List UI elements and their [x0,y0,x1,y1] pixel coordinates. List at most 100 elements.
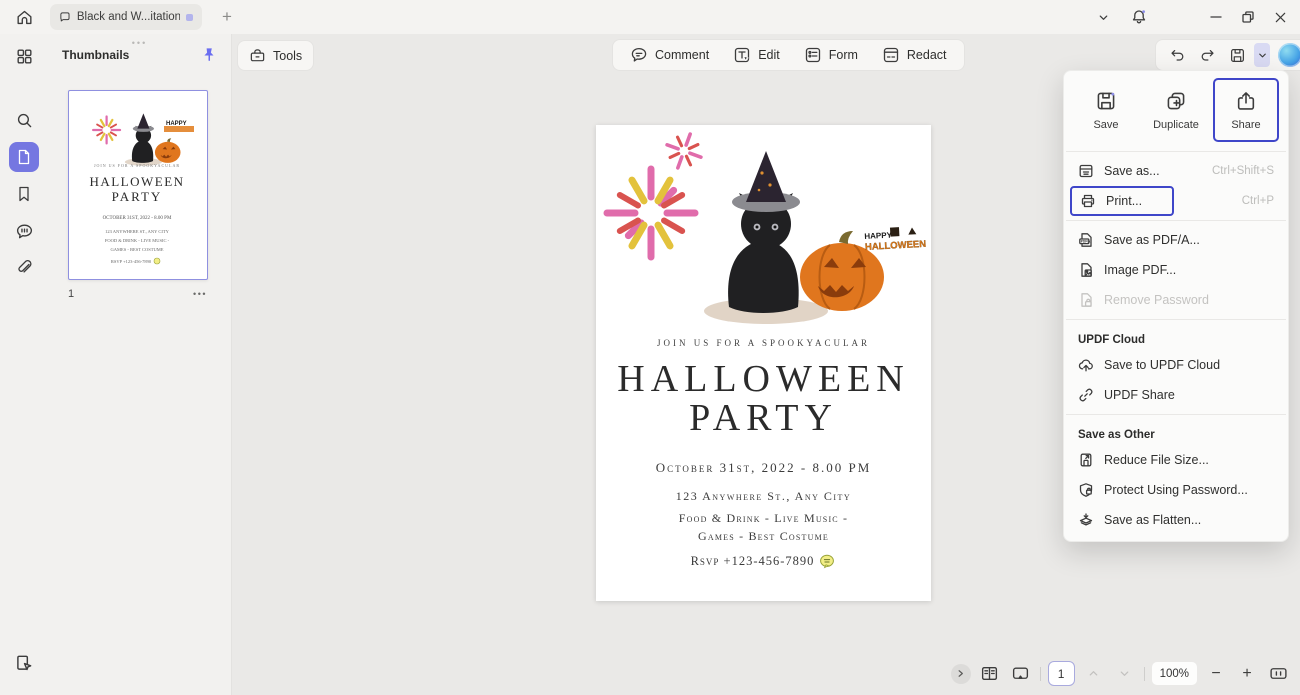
page-number-input[interactable]: 1 [1048,661,1075,686]
save-options-dropdown-button[interactable] [1254,43,1270,67]
menu-updf-share[interactable]: UPDF Share [1064,380,1288,410]
toolbox-icon [249,47,266,64]
save-icon [1095,90,1117,112]
sidebar-item-bookmarks[interactable] [9,179,39,209]
window-restore-button[interactable] [1232,2,1264,32]
sidebar-item-search[interactable] [9,105,39,135]
window-close-button[interactable] [1264,2,1296,32]
svg-text:HALLOWEEN: HALLOWEEN [89,174,184,189]
slideshow-icon [1011,664,1030,683]
redo-button[interactable] [1194,42,1220,68]
redact-icon [882,46,900,64]
pin-panel-button[interactable] [200,46,217,63]
statusbar-divider [1144,667,1145,681]
invitation-activities-line2: Games - Best Costume [596,529,931,544]
home-icon [18,11,31,23]
menu-save-as-flatten-label: Save as Flatten... [1104,513,1201,527]
menu-duplicate-label: Duplicate [1153,119,1199,131]
form-mode-button[interactable]: Form [792,42,870,68]
tools-button[interactable]: Tools [237,40,314,71]
chevron-down-icon [1121,672,1128,675]
page-layout-button[interactable] [978,662,1002,686]
menu-save-button[interactable]: Save [1074,79,1138,141]
sidebar-item-thumbnails[interactable] [9,142,39,172]
menu-save-to-updf-cloud[interactable]: Save to UPDF Cloud [1064,350,1288,380]
titlebar-dropdown-button[interactable] [1090,4,1116,30]
small-firework [667,134,701,168]
document-tab[interactable]: Black and W...itation (1) [50,4,202,30]
close-icon [1276,13,1284,21]
flip-pages-button[interactable] [9,648,39,678]
menu-duplicate-button[interactable]: Duplicate [1144,79,1208,141]
menu-protect-using-password[interactable]: Protect Using Password... [1064,475,1288,505]
chevron-right-icon [959,671,962,677]
menu-print[interactable]: Print... Ctrl+P [1064,186,1288,216]
happy-halloween-sticker: HAPPY HALLOWEEN [864,226,927,253]
menu-remove-password: Remove Password [1064,285,1288,315]
menu-share-button[interactable]: Share [1214,79,1278,141]
notifications-button[interactable] [1126,4,1152,30]
next-page-button[interactable] [1113,662,1137,686]
sidebar-item-attachments[interactable] [9,253,39,283]
flatten-icon [1078,512,1094,528]
invitation-activities-line1: Food & Drink - Live Music - [596,511,931,526]
sticker-halloween-text: HALLOWEEN [865,239,927,253]
menu-save-as-pdfa-label: Save as PDF/A... [1104,233,1200,247]
user-avatar[interactable] [1278,43,1300,67]
svg-text:PARTY: PARTY [112,189,163,204]
redact-mode-button[interactable]: Redact [870,42,959,68]
svg-text:FOOD & DRINK - LIVE MUSIC -: FOOD & DRINK - LIVE MUSIC - [105,238,170,243]
comment-annotation-icon[interactable] [819,554,836,569]
invitation-title-line1: HALLOWEEN [596,360,931,399]
comment-mode-button[interactable]: Comment [618,42,721,68]
fit-width-button[interactable] [1266,662,1290,686]
sidebar-item-grid-view[interactable] [9,41,39,71]
invitation-tagline: JOIN US FOR A SPOOKYACULAR [596,338,931,348]
menu-save-label: Save [1093,119,1118,131]
comment-mode-label: Comment [655,48,709,62]
page-thumbnail-1[interactable]: HAPPY JOIN US FOR A SPOOKYACULAR HALLOWE… [68,90,208,280]
thumbnail-more-options-button[interactable]: ••• [193,289,207,299]
page-thumbnail-preview: HAPPY JOIN US FOR A SPOOKYACULAR HALLOWE… [69,91,206,278]
window-minimize-button[interactable] [1200,2,1232,32]
pin-icon [200,46,217,63]
menu-image-pdf[interactable]: Image PDF... [1064,255,1288,285]
sidebar-item-comments[interactable] [9,216,39,246]
invitation-artwork: HAPPY HALLOWEEN [596,125,931,335]
menu-remove-password-label: Remove Password [1104,293,1209,307]
menu-save-as-pdfa[interactable]: PDF/A Save as PDF/A... [1064,225,1288,255]
left-panel: ••• Thumbnails [0,34,232,695]
undo-button[interactable] [1164,42,1190,68]
duplicate-icon [1165,90,1187,112]
edit-text-icon [733,46,751,64]
edit-mode-button[interactable]: Edit [721,42,792,68]
zoom-level-display[interactable]: 100% [1152,662,1197,685]
statusbar-collapse-button[interactable] [951,664,971,684]
comment-icon [630,46,648,64]
thumbnails-panel: ••• Thumbnails [48,34,231,695]
invitation-text: JOIN US FOR A SPOOKYACULAR HALLOWEEN PAR… [596,338,931,569]
previous-page-button[interactable] [1082,662,1106,686]
new-tab-button[interactable]: + [214,4,240,30]
zoom-out-button[interactable]: − [1204,662,1228,686]
menu-share-label: Share [1231,119,1260,131]
menu-reduce-file-size[interactable]: Reduce File Size... [1064,445,1288,475]
print-highlight-box: Print... [1070,186,1174,216]
menu-save-as[interactable]: Save as... Ctrl+Shift+S [1064,156,1288,186]
save-icon [1229,47,1246,64]
two-page-view-icon [980,664,999,683]
invitation-title-line2: PARTY [596,399,931,438]
black-cat [728,151,800,313]
slideshow-button[interactable] [1009,662,1033,686]
save-button[interactable] [1224,42,1250,68]
chevron-down-icon [1259,54,1265,57]
link-icon [1078,387,1094,403]
undo-icon [1172,50,1183,59]
pdfa-icon: PDF/A [1078,232,1094,248]
menu-divider [1066,220,1286,221]
zoom-in-button[interactable]: + [1235,662,1259,686]
image-pdf-icon [1078,262,1094,278]
menu-save-as-flatten[interactable]: Save as Flatten... [1064,505,1288,535]
home-button[interactable] [11,4,37,30]
document-page[interactable]: HAPPY HALLOWEEN JOIN US FOR A SPOOKYACUL… [596,125,931,601]
